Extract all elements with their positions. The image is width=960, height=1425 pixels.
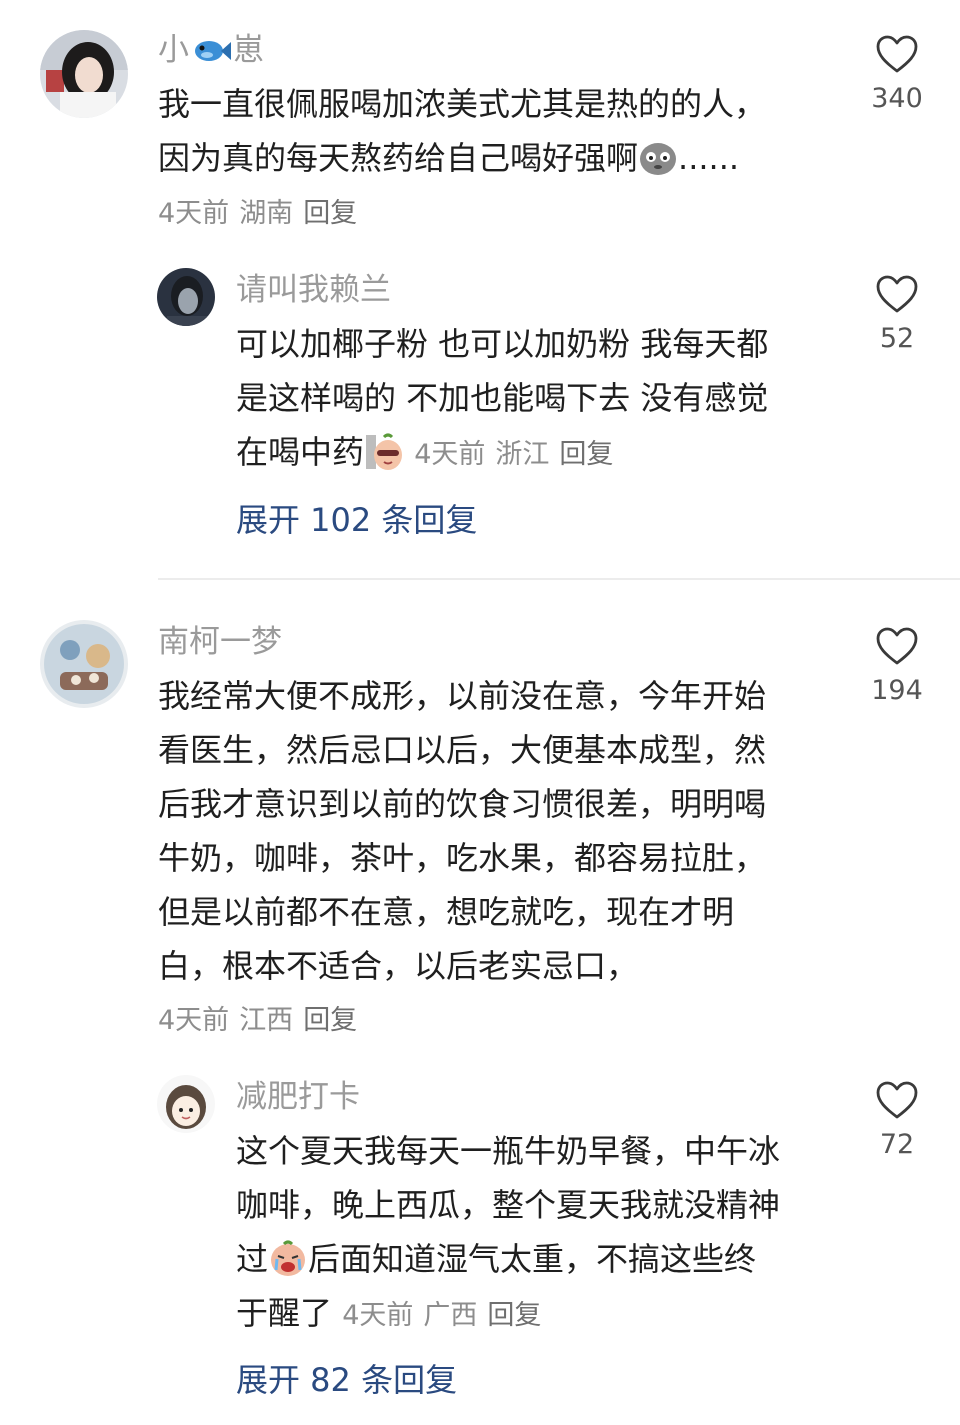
sunglasses-peach-emoji-icon bbox=[366, 433, 403, 470]
like-count: 194 bbox=[871, 675, 923, 706]
reply-line: 这个夏天我每天一瓶牛奶早餐，中午冰 bbox=[236, 1132, 781, 1170]
heart-outline-icon bbox=[876, 1081, 918, 1119]
reply-button[interactable]: 回复 bbox=[487, 1300, 541, 1331]
heart-outline-icon bbox=[876, 627, 918, 665]
reply-meta: 4天前 浙江 回复 bbox=[414, 439, 623, 470]
comment-line: 后我才意识到以前的饮食习惯很差，明明喝 bbox=[158, 785, 767, 823]
reply-line-text: 在喝中药 bbox=[236, 433, 365, 471]
reply-button[interactable]: 回复 bbox=[303, 198, 357, 229]
crying-peach-emoji-icon bbox=[271, 1240, 306, 1276]
reply-location: 浙江 bbox=[495, 439, 550, 470]
like-button[interactable]: 340 bbox=[852, 34, 942, 116]
expand-replies-link[interactable]: 展开 102 条回复 bbox=[236, 500, 477, 540]
reply-text: 可以加椰子粉 也可以加奶粉 我每天都 是这样喝的 不加也能喝下去 没有感觉 在喝… bbox=[236, 317, 768, 479]
username-suffix: 崽 bbox=[233, 32, 264, 68]
comment-line-text: 因为真的每天熬药给自己喝好强啊 bbox=[158, 139, 639, 177]
comment-ellipsis: ...... bbox=[678, 139, 740, 177]
comment-location: 湖南 bbox=[239, 198, 294, 229]
comment-meta: 4天前 湖南 回复 bbox=[158, 196, 367, 232]
comment-line: 牛奶，咖啡，茶叶，吃水果，都容易拉肚， bbox=[158, 839, 767, 877]
comment-line: 我一直很佩服喝加浓美式尤其是热的的人， bbox=[158, 85, 767, 123]
like-count: 72 bbox=[879, 1129, 915, 1160]
comment-meta: 4天前 江西 回复 bbox=[158, 1003, 367, 1039]
comment-location: 江西 bbox=[239, 1005, 294, 1036]
reply-line: 是这样喝的 不加也能喝下去 没有感觉 bbox=[236, 379, 769, 417]
comment-username[interactable]: 南柯一梦 bbox=[158, 622, 282, 662]
reply-text: 这个夏天我每天一瓶牛奶早餐，中午冰 咖啡，晚上西瓜，整个夏天我就没精神 过 后面知… bbox=[236, 1124, 780, 1340]
reply-avatar[interactable] bbox=[157, 268, 215, 326]
like-button[interactable]: 194 bbox=[852, 626, 942, 708]
comment-time: 4天前 bbox=[158, 198, 230, 229]
comment-text: 我经常大便不成形，以前没在意，今年开始 看医生，然后忌口以后，大便基本成型，然 … bbox=[158, 669, 766, 993]
avatar[interactable] bbox=[40, 30, 128, 118]
reply-time: 4天前 bbox=[342, 1300, 414, 1331]
comment-line: 但是以前都不在意，想吃就吃，现在才明 bbox=[158, 893, 735, 931]
like-count: 340 bbox=[871, 83, 923, 114]
sad-face-emoji-icon bbox=[640, 143, 677, 175]
reply-line-prefix: 过 bbox=[236, 1240, 269, 1278]
reply-line-text: 后面知道湿气太重，不搞这些终 bbox=[308, 1240, 757, 1278]
reply-line-3: 在喝中药 4天前 浙江 回复 bbox=[236, 425, 768, 479]
reply-meta: 4天前 广西 回复 bbox=[342, 1300, 551, 1331]
comment-line: 我经常大便不成形，以前没在意，今年开始 bbox=[158, 677, 767, 715]
heart-outline-icon bbox=[876, 35, 918, 73]
comment-line: 看医生，然后忌口以后，大便基本成型，然 bbox=[158, 731, 767, 769]
reply-location: 广西 bbox=[423, 1300, 478, 1331]
reply-username[interactable]: 请叫我赖兰 bbox=[236, 270, 391, 310]
comment-line-2: 因为真的每天熬药给自己喝好强啊...... bbox=[158, 131, 766, 185]
reply-button[interactable]: 回复 bbox=[559, 439, 613, 470]
reply-line: 咖啡，晚上西瓜，整个夏天我就没精神 bbox=[236, 1186, 781, 1224]
comment-time: 4天前 bbox=[158, 1005, 230, 1036]
expand-replies-link[interactable]: 展开 82 条回复 bbox=[236, 1360, 457, 1400]
comment-divider bbox=[158, 578, 960, 580]
reply-button[interactable]: 回复 bbox=[303, 1005, 357, 1036]
reply-line: 可以加椰子粉 也可以加奶粉 我每天都 bbox=[236, 325, 769, 363]
avatar[interactable] bbox=[40, 620, 128, 708]
like-count: 52 bbox=[879, 323, 915, 354]
reply-line-4: 于醒了 4天前 广西 回复 bbox=[236, 1286, 780, 1340]
reply-line-3: 过 后面知道湿气太重，不搞这些终 bbox=[236, 1232, 780, 1286]
reply-line-text: 于醒了 bbox=[236, 1294, 333, 1332]
reply-username[interactable]: 减肥打卡 bbox=[236, 1077, 360, 1117]
username-prefix: 小 bbox=[158, 32, 189, 68]
reply-like-button[interactable]: 72 bbox=[852, 1080, 942, 1162]
comment-text: 我一直很佩服喝加浓美式尤其是热的的人， 因为真的每天熬药给自己喝好强啊.....… bbox=[158, 77, 766, 185]
comment-username[interactable]: 小崽 bbox=[158, 30, 264, 70]
reply-like-button[interactable]: 52 bbox=[852, 274, 942, 356]
heart-outline-icon bbox=[876, 275, 918, 313]
reply-time: 4天前 bbox=[414, 439, 486, 470]
comment-line: 白，根本不适合，以后老实忌口， bbox=[158, 947, 639, 985]
reply-avatar[interactable] bbox=[157, 1075, 215, 1133]
fish-emoji-icon bbox=[195, 41, 231, 61]
